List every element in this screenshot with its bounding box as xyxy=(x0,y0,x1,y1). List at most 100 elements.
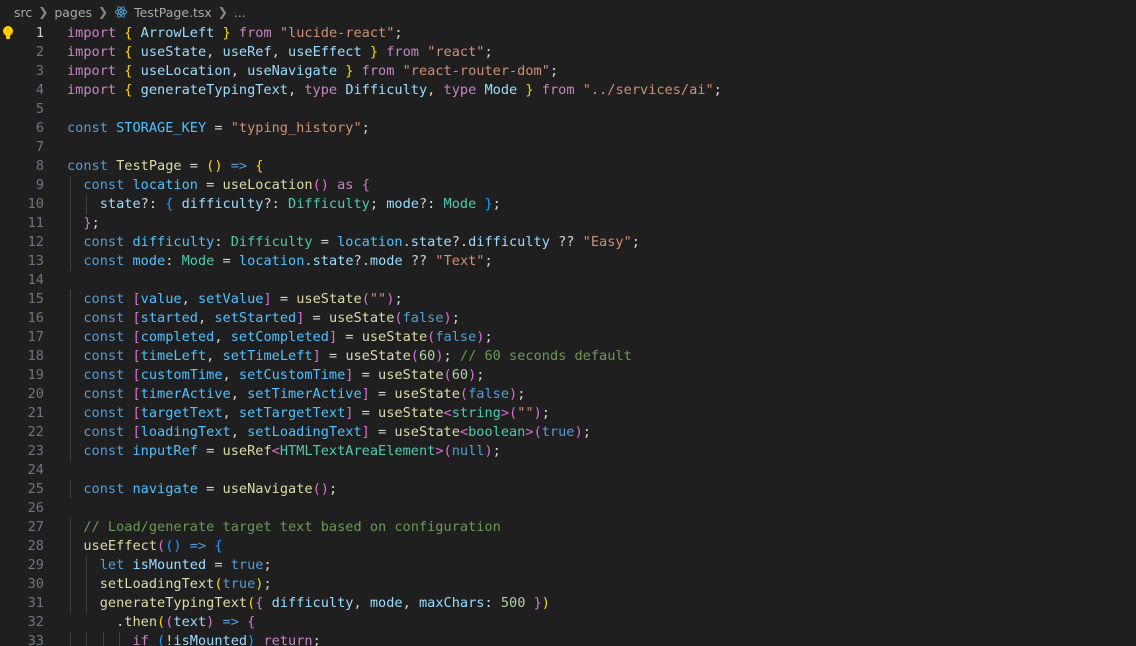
code-line[interactable]: 28 useEffect(() => { xyxy=(0,537,1136,556)
code-area[interactable]: 1 import { ArrowLeft } from "lucide-react… xyxy=(0,24,1136,646)
code-line[interactable]: 11 }; xyxy=(0,214,1136,233)
code-token: = xyxy=(197,177,223,193)
code-token: false xyxy=(435,329,477,345)
code-token: ; xyxy=(713,82,722,98)
code-line[interactable]: 23 const inputRef = useRef<HTMLTextAreaE… xyxy=(0,442,1136,461)
code-token: Difficulty xyxy=(288,196,370,212)
code-token: ; xyxy=(484,253,493,269)
code-line[interactable]: 17 const [completed, setCompleted] = use… xyxy=(0,328,1136,347)
code-line[interactable]: 13 const mode: Mode = location.state?.mo… xyxy=(0,252,1136,271)
code-token: < xyxy=(443,405,452,421)
code-line[interactable]: 21 const [targetText, setTargetText] = u… xyxy=(0,404,1136,423)
code-token: if xyxy=(132,633,149,646)
code-token: ?? xyxy=(549,234,583,250)
code-text: const navigate = useNavigate(); xyxy=(67,480,337,499)
code-line[interactable]: 14 xyxy=(0,271,1136,290)
code-token: , xyxy=(181,291,198,307)
code-token: , xyxy=(271,44,289,60)
lightbulb-icon[interactable] xyxy=(1,25,15,41)
code-line[interactable]: 5 xyxy=(0,100,1136,119)
code-line[interactable]: 12 const difficulty: Difficulty = locati… xyxy=(0,233,1136,252)
code-line[interactable]: 22 const [loadingText, setLoadingText] =… xyxy=(0,423,1136,442)
code-token: difficulty xyxy=(132,234,215,250)
line-number: 18 xyxy=(27,348,44,364)
code-editor[interactable]: src ❯ pages ❯ TestPage.tsx ❯ ... 1 import… xyxy=(0,0,1136,646)
code-text: const [customTime, setCustomTime] = useS… xyxy=(67,366,484,385)
code-token: useRef xyxy=(222,44,272,60)
code-token: < xyxy=(271,443,280,459)
code-token: import xyxy=(67,44,117,60)
code-text: const inputRef = useRef<HTMLTextAreaElem… xyxy=(67,442,500,461)
code-line[interactable]: 26 xyxy=(0,499,1136,518)
code-line[interactable]: 3 import { useLocation, useNavigate } fro… xyxy=(0,62,1136,81)
code-line[interactable]: 31 generateTypingText({ difficulty, mode… xyxy=(0,594,1136,613)
code-line[interactable]: 32 .then((text) => { xyxy=(0,613,1136,632)
code-token: [ xyxy=(132,424,141,440)
breadcrumb-item-more[interactable]: ... xyxy=(234,5,246,20)
code-token: Difficulty xyxy=(345,82,428,98)
code-text: const [started, setStarted] = useState(f… xyxy=(67,309,460,328)
breadcrumb-item-pages[interactable]: pages xyxy=(54,5,92,20)
code-line[interactable]: 8 const TestPage = () => { xyxy=(0,157,1136,176)
code-token: ArrowLeft xyxy=(140,25,215,41)
code-line[interactable]: 2 import { useState, useRef, useEffect } … xyxy=(0,43,1136,62)
code-token: ) xyxy=(541,595,550,611)
code-line[interactable]: 20 const [timerActive, setTimerActive] =… xyxy=(0,385,1136,404)
code-token: = xyxy=(369,424,395,440)
line-number: 16 xyxy=(27,310,44,326)
line-number: 23 xyxy=(27,443,44,459)
breadcrumb-item-src[interactable]: src xyxy=(14,5,32,20)
line-number: 17 xyxy=(27,329,44,345)
code-line[interactable]: 27 // Load/generate target text based on… xyxy=(0,518,1136,537)
code-line[interactable]: 16 const [started, setStarted] = useStat… xyxy=(0,309,1136,328)
code-token: = xyxy=(353,405,379,421)
code-token: from xyxy=(361,63,395,79)
code-line[interactable]: 4 import { generateTypingText, type Diffi… xyxy=(0,81,1136,100)
code-token: ; xyxy=(328,481,338,497)
code-token: ; xyxy=(451,310,460,326)
code-token: ; xyxy=(484,44,493,60)
code-text: import { useState, useRef, useEffect } f… xyxy=(67,43,493,62)
code-token: from xyxy=(386,44,419,60)
code-line[interactable]: 29 let isMounted = true; xyxy=(0,556,1136,575)
line-number: 14 xyxy=(27,272,44,288)
code-text: generateTypingText({ difficulty, mode, m… xyxy=(67,594,550,613)
code-token: type xyxy=(304,82,338,98)
code-line[interactable]: 6 const STORAGE_KEY = "typing_history"; xyxy=(0,119,1136,138)
code-line[interactable]: 10 state?: { difficulty?: Difficulty; mo… xyxy=(0,195,1136,214)
code-line[interactable]: 33 if (!isMounted) return; xyxy=(0,632,1136,646)
code-token: , xyxy=(206,348,223,364)
code-line[interactable]: 25 const navigate = useNavigate(); xyxy=(0,480,1136,499)
breadcrumb-item-file[interactable]: TestPage.tsx xyxy=(134,5,212,20)
code-text: const [loadingText, setLoadingText] = us… xyxy=(67,423,591,442)
code-line[interactable]: 30 setLoadingText(true); xyxy=(0,575,1136,594)
code-token: generateTypingText xyxy=(99,595,248,611)
code-token: const xyxy=(83,367,125,383)
code-line[interactable]: 1 import { ArrowLeft } from "lucide-react… xyxy=(0,24,1136,43)
code-text: const [timeLeft, setTimeLeft] = useState… xyxy=(67,347,631,366)
code-line[interactable]: 15 const [value, setValue] = useState(""… xyxy=(0,290,1136,309)
code-text: if (!isMounted) return; xyxy=(67,632,320,646)
code-text: const TestPage = () => { xyxy=(67,157,263,176)
code-token: () xyxy=(312,481,329,497)
code-line[interactable]: 24 xyxy=(0,461,1136,480)
code-token: > xyxy=(435,443,444,459)
code-line[interactable]: 18 const [timeLeft, setTimeLeft] = useSt… xyxy=(0,347,1136,366)
code-line[interactable]: 9 const location = useLocation() as { xyxy=(0,176,1136,195)
code-token: useState xyxy=(378,405,444,421)
code-token: = xyxy=(181,158,207,174)
code-token: , xyxy=(222,367,239,383)
code-line[interactable]: 7 xyxy=(0,138,1136,157)
code-token: difficulty xyxy=(468,234,550,250)
code-token: ?: xyxy=(140,196,166,212)
code-line[interactable]: 19 const [customTime, setCustomTime] = u… xyxy=(0,366,1136,385)
code-text: const difficulty: Difficulty = location.… xyxy=(67,233,640,252)
